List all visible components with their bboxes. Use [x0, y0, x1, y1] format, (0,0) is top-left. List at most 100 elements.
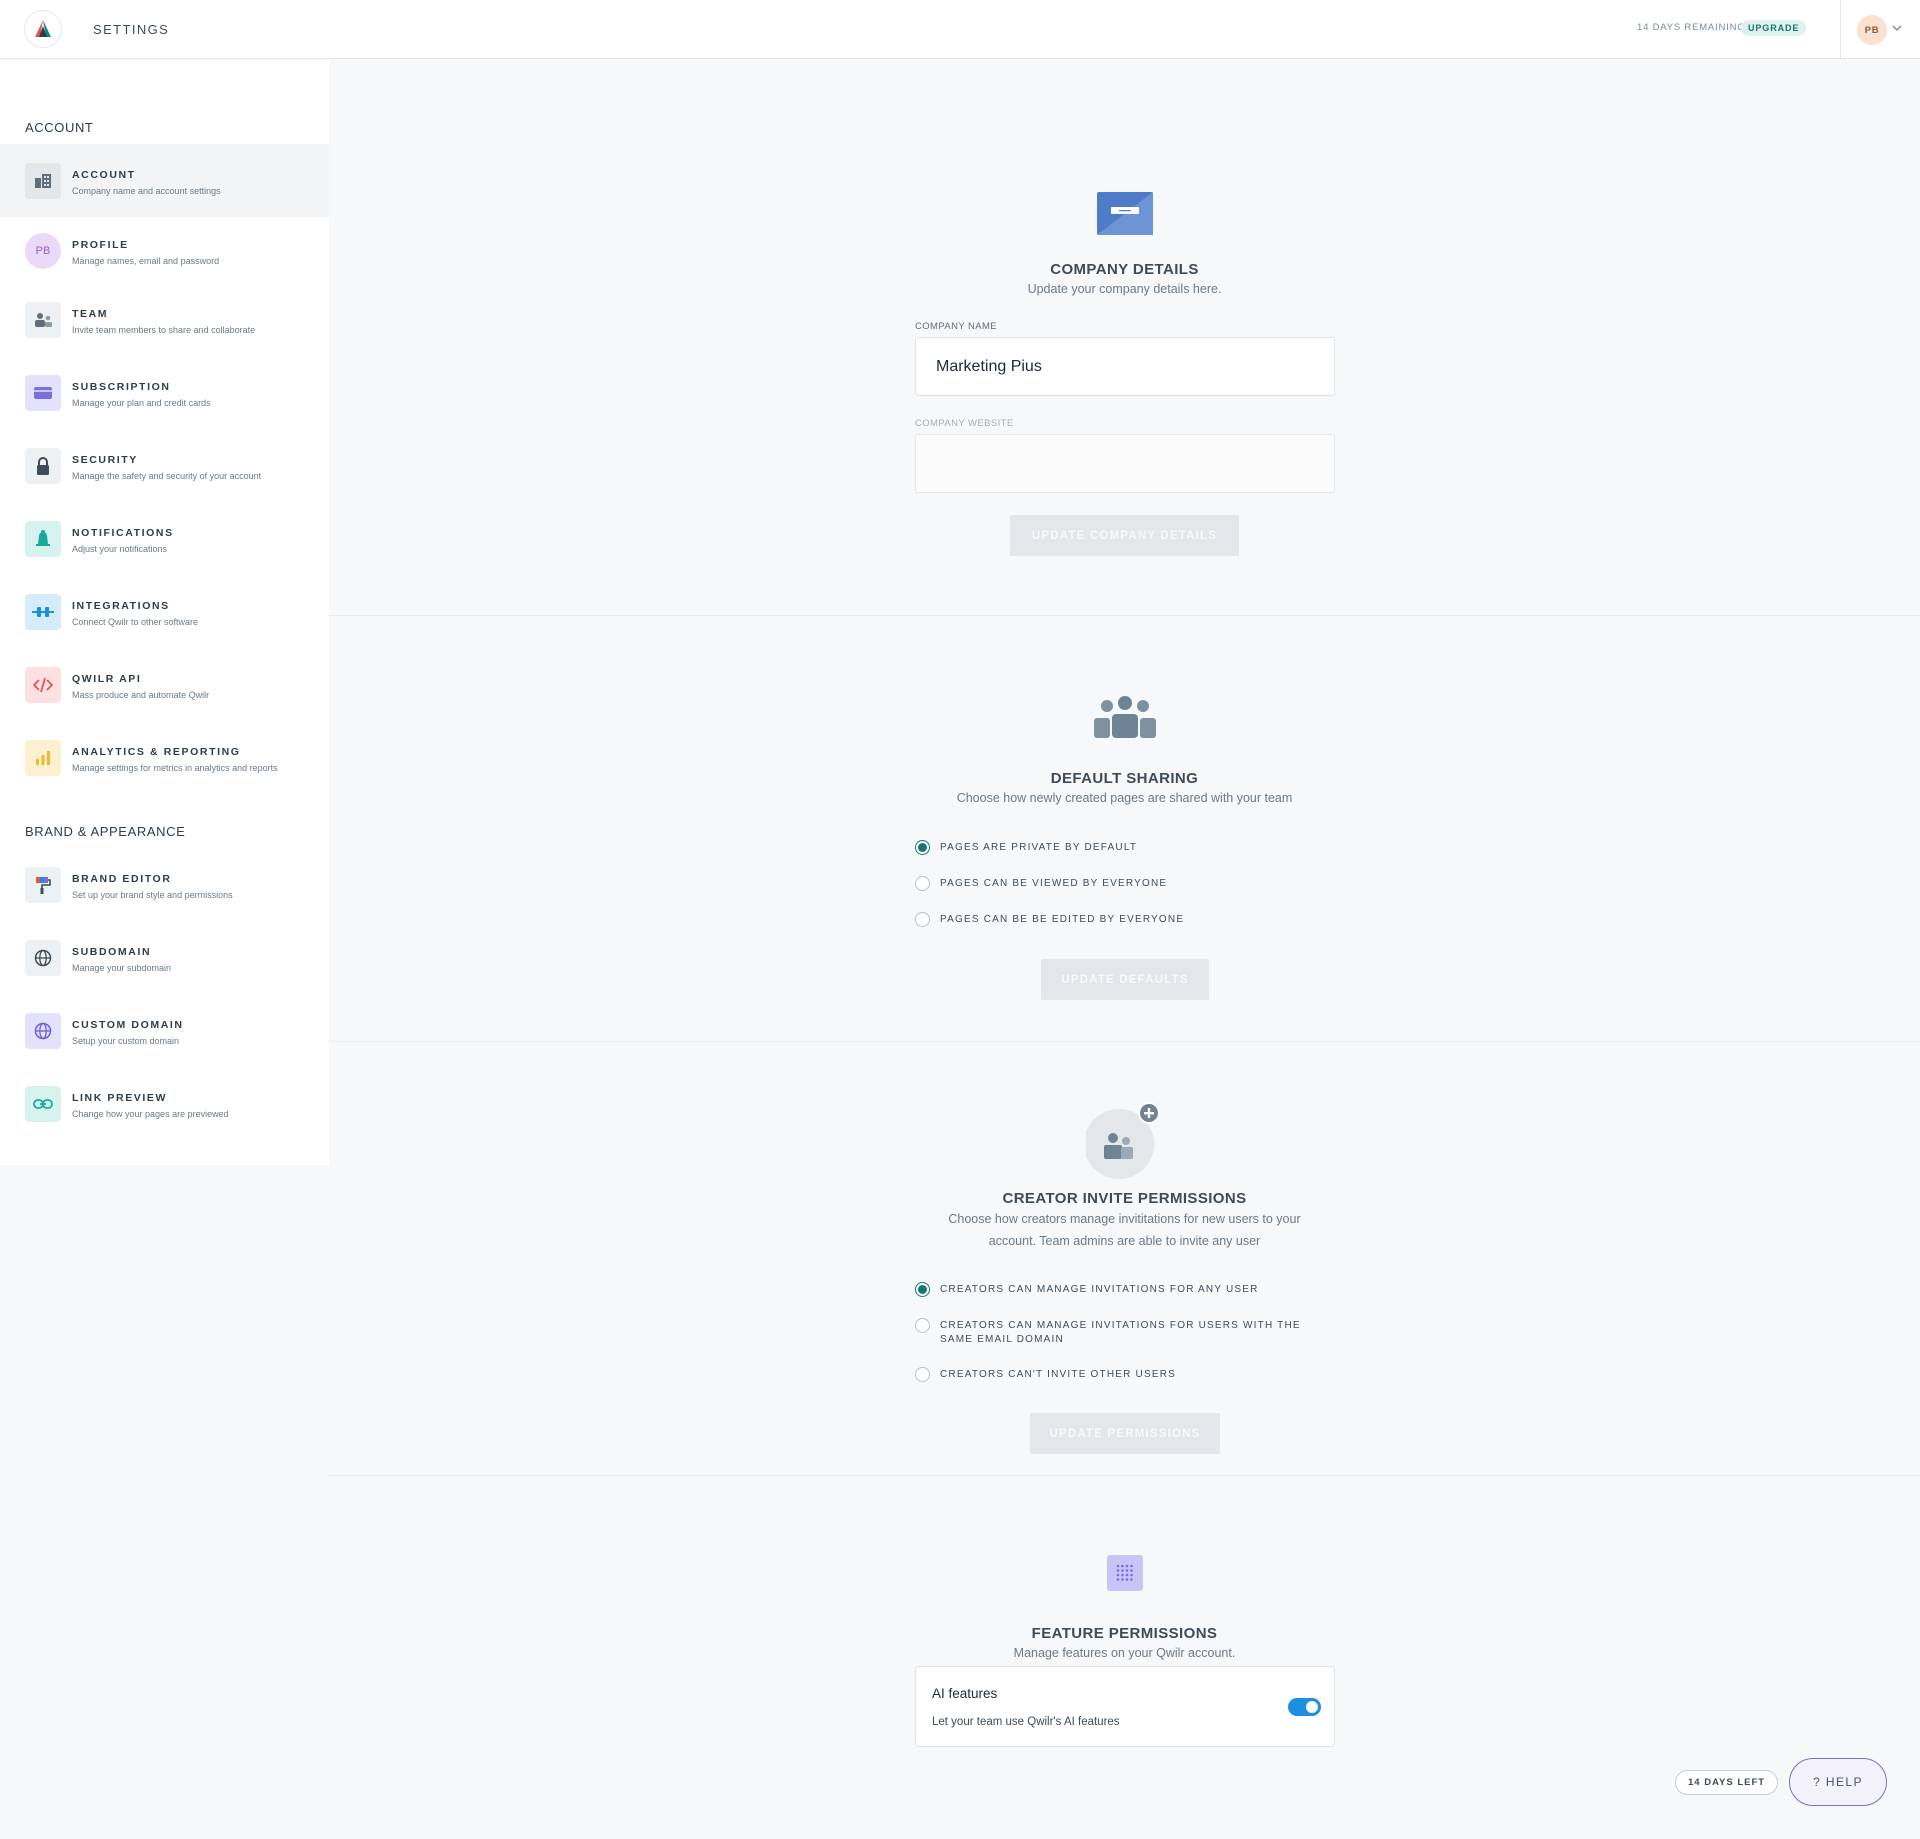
credit-card-icon [25, 375, 61, 411]
sidebar-item-subscription[interactable]: SUBSCRIPTION Manage your plan and credit… [0, 356, 329, 429]
radio-unselected[interactable] [915, 876, 930, 891]
sidebar-item-label: LINK PREVIEW [72, 1092, 168, 1104]
update-permissions-button[interactable]: UPDATE PERMISSIONS [1030, 1413, 1220, 1454]
sidebar-item-team[interactable]: TEAM Invite team members to share and co… [0, 283, 329, 356]
sidebar-item-desc: Manage names, email and password [72, 256, 220, 266]
update-defaults-button[interactable]: UPDATE DEFAULTS [1041, 959, 1209, 1000]
company-name-label: COMPANY NAME [915, 321, 998, 332]
radio-selected[interactable] [915, 1282, 930, 1297]
paint-roller-icon [25, 867, 61, 903]
sidebar-item-label: ACCOUNT [72, 169, 136, 181]
qwilr-logo[interactable] [24, 10, 62, 48]
default-sharing-subtitle: Choose how newly created pages are share… [956, 791, 1293, 805]
radio-label: CREATORS CAN MANAGE INVITATIONS FOR ANY … [940, 1284, 1259, 1295]
invite-option-same-domain[interactable]: CREATORS CAN MANAGE INVITATIONS FOR USER… [915, 1318, 1310, 1347]
sidebar-item-security[interactable]: SECURITY Manage the safety and security … [0, 429, 329, 502]
ai-features-desc: Let your team use Qwilr's AI features [932, 1716, 1120, 1728]
link-icon [25, 1086, 61, 1122]
sidebar-item-desc: Mass produce and automate Qwilr [72, 690, 210, 700]
sidebar-item-subdomain[interactable]: SUBDOMAIN Manage your subdomain [0, 921, 329, 994]
chevron-down-icon[interactable] [1892, 24, 1902, 32]
top-header: SETTINGS 14 DAYS REMAINING UPGRADE PB [0, 0, 1920, 59]
company-details-section: COMPANY DETAILS Update your company deta… [329, 60, 1920, 616]
settings-main: COMPANY DETAILS Update your company deta… [329, 60, 1920, 1839]
sidebar-item-custom-domain[interactable]: CUSTOM DOMAIN Setup your custom domain [0, 994, 329, 1067]
sidebar-item-label: BRAND EDITOR [72, 873, 172, 885]
invite-option-cannot-invite[interactable]: CREATORS CAN'T INVITE OTHER USERS [915, 1367, 1176, 1382]
radio-label: CREATORS CAN MANAGE INVITATIONS FOR USER… [940, 1320, 1301, 1345]
radio-unselected[interactable] [915, 1318, 930, 1333]
radio-unselected[interactable] [915, 1367, 930, 1382]
plug-icon [25, 594, 61, 630]
radio-unselected[interactable] [915, 912, 930, 927]
radio-label: PAGES CAN BE VIEWED BY EVERYONE [940, 878, 1168, 889]
sidebar-item-label: SECURITY [72, 454, 138, 466]
feature-grid-icon [1107, 1555, 1143, 1591]
default-sharing-section: DEFAULT SHARING Choose how newly created… [329, 616, 1920, 1042]
sidebar-item-desc: Manage your plan and credit cards [72, 398, 211, 408]
sidebar-item-brand-editor[interactable]: BRAND EDITOR Set up your brand style and… [0, 848, 329, 921]
creator-invite-subtitle-2: account. Team admins are able to invite … [988, 1234, 1261, 1248]
creator-invite-section: CREATOR INVITE PERMISSIONS Choose how cr… [329, 1042, 1920, 1476]
sidebar-item-desc: Setup your custom domain [72, 1036, 180, 1046]
sidebar-item-desc: Manage settings for metrics in analytics… [72, 763, 278, 773]
sidebar-item-label: CUSTOM DOMAIN [72, 1019, 184, 1031]
sidebar-item-label: NOTIFICATIONS [72, 527, 174, 539]
sidebar-item-desc: Set up your brand style and permissions [72, 890, 233, 900]
logo-mark-icon [35, 20, 51, 37]
sidebar-item-label: SUBSCRIPTION [72, 381, 171, 393]
team-icon [25, 302, 61, 338]
ai-features-toggle[interactable] [1288, 1698, 1321, 1716]
sidebar-item-desc: Change how your pages are previewed [72, 1109, 229, 1119]
team-sharing-icon [1094, 696, 1156, 738]
settings-sidebar: ACCOUNT ACCOUNT Company name and account… [0, 60, 329, 1165]
ai-features-title: AI features [932, 1686, 998, 1701]
sidebar-item-link-preview[interactable]: LINK PREVIEW Change how your pages are p… [0, 1067, 329, 1140]
globe-purple-icon [25, 1013, 61, 1049]
sidebar-item-label: INTEGRATIONS [72, 600, 170, 612]
sidebar-item-integrations[interactable]: INTEGRATIONS Connect Qwilr to other soft… [0, 575, 329, 648]
header-divider [1840, 0, 1841, 59]
feature-permissions-subtitle: Manage features on your Qwilr account. [1013, 1646, 1236, 1660]
sidebar-item-label: QWILR API [72, 673, 142, 685]
company-card-icon [1097, 192, 1153, 235]
sidebar-item-qwilr-api[interactable]: QWILR API Mass produce and automate Qwil… [0, 648, 329, 721]
sidebar-item-notifications[interactable]: NOTIFICATIONS Adjust your notifications [0, 502, 329, 575]
sidebar-item-label: ANALYTICS & REPORTING [72, 746, 241, 758]
creator-invite-subtitle-1: Choose how creators manage invititations… [948, 1212, 1301, 1226]
days-left-badge[interactable]: 14 DAYS LEFT [1675, 1770, 1779, 1795]
sidebar-item-profile[interactable]: PB PROFILE Manage names, email and passw… [0, 214, 329, 287]
sidebar-item-account[interactable]: ACCOUNT Company name and account setting… [0, 144, 329, 217]
sidebar-section-brand: BRAND & APPEARANCE [25, 824, 186, 839]
sidebar-item-label: SUBDOMAIN [72, 946, 152, 958]
lock-icon [25, 448, 61, 484]
sidebar-item-desc: Invite team members to share and collabo… [72, 325, 256, 335]
company-name-input[interactable]: Marketing Pius [915, 337, 1335, 396]
sidebar-item-analytics-reporting[interactable]: ANALYTICS & REPORTING Manage settings fo… [0, 721, 329, 794]
code-icon [25, 667, 61, 703]
bar-chart-icon [25, 740, 61, 776]
radio-label: PAGES ARE PRIVATE BY DEFAULT [940, 842, 1138, 853]
trial-remaining-text: 14 DAYS REMAINING [1637, 22, 1746, 33]
user-avatar[interactable]: PB [1857, 15, 1887, 45]
profile-avatar-icon: PB [25, 233, 61, 269]
sharing-option-viewed[interactable]: PAGES CAN BE VIEWED BY EVERYONE [915, 876, 1167, 891]
building-icon [25, 163, 61, 199]
globe-icon [25, 940, 61, 976]
sharing-option-private[interactable]: PAGES ARE PRIVATE BY DEFAULT [915, 840, 1137, 855]
invite-option-any-user[interactable]: CREATORS CAN MANAGE INVITATIONS FOR ANY … [915, 1282, 1259, 1297]
bell-icon [25, 521, 61, 557]
ai-features-card: AI features Let your team use Qwilr's AI… [915, 1666, 1335, 1747]
update-company-details-button[interactable]: UPDATE COMPANY DETAILS [1010, 515, 1239, 556]
company-website-input[interactable] [915, 434, 1335, 493]
default-sharing-title: DEFAULT SHARING [1050, 770, 1199, 787]
company-website-label: COMPANY WEBSITE [915, 418, 1014, 429]
sidebar-item-desc: Company name and account settings [72, 186, 221, 196]
sharing-option-edited[interactable]: PAGES CAN BE BE EDITED BY EVERYONE [915, 912, 1184, 927]
upgrade-button[interactable]: UPGRADE [1741, 20, 1807, 36]
sidebar-item-desc: Adjust your notifications [72, 544, 168, 554]
radio-selected[interactable] [915, 840, 930, 855]
help-button[interactable]: ? HELP [1789, 1758, 1887, 1806]
sidebar-item-desc: Manage your subdomain [72, 963, 172, 973]
sidebar-item-desc: Connect Qwilr to other software [72, 617, 199, 627]
